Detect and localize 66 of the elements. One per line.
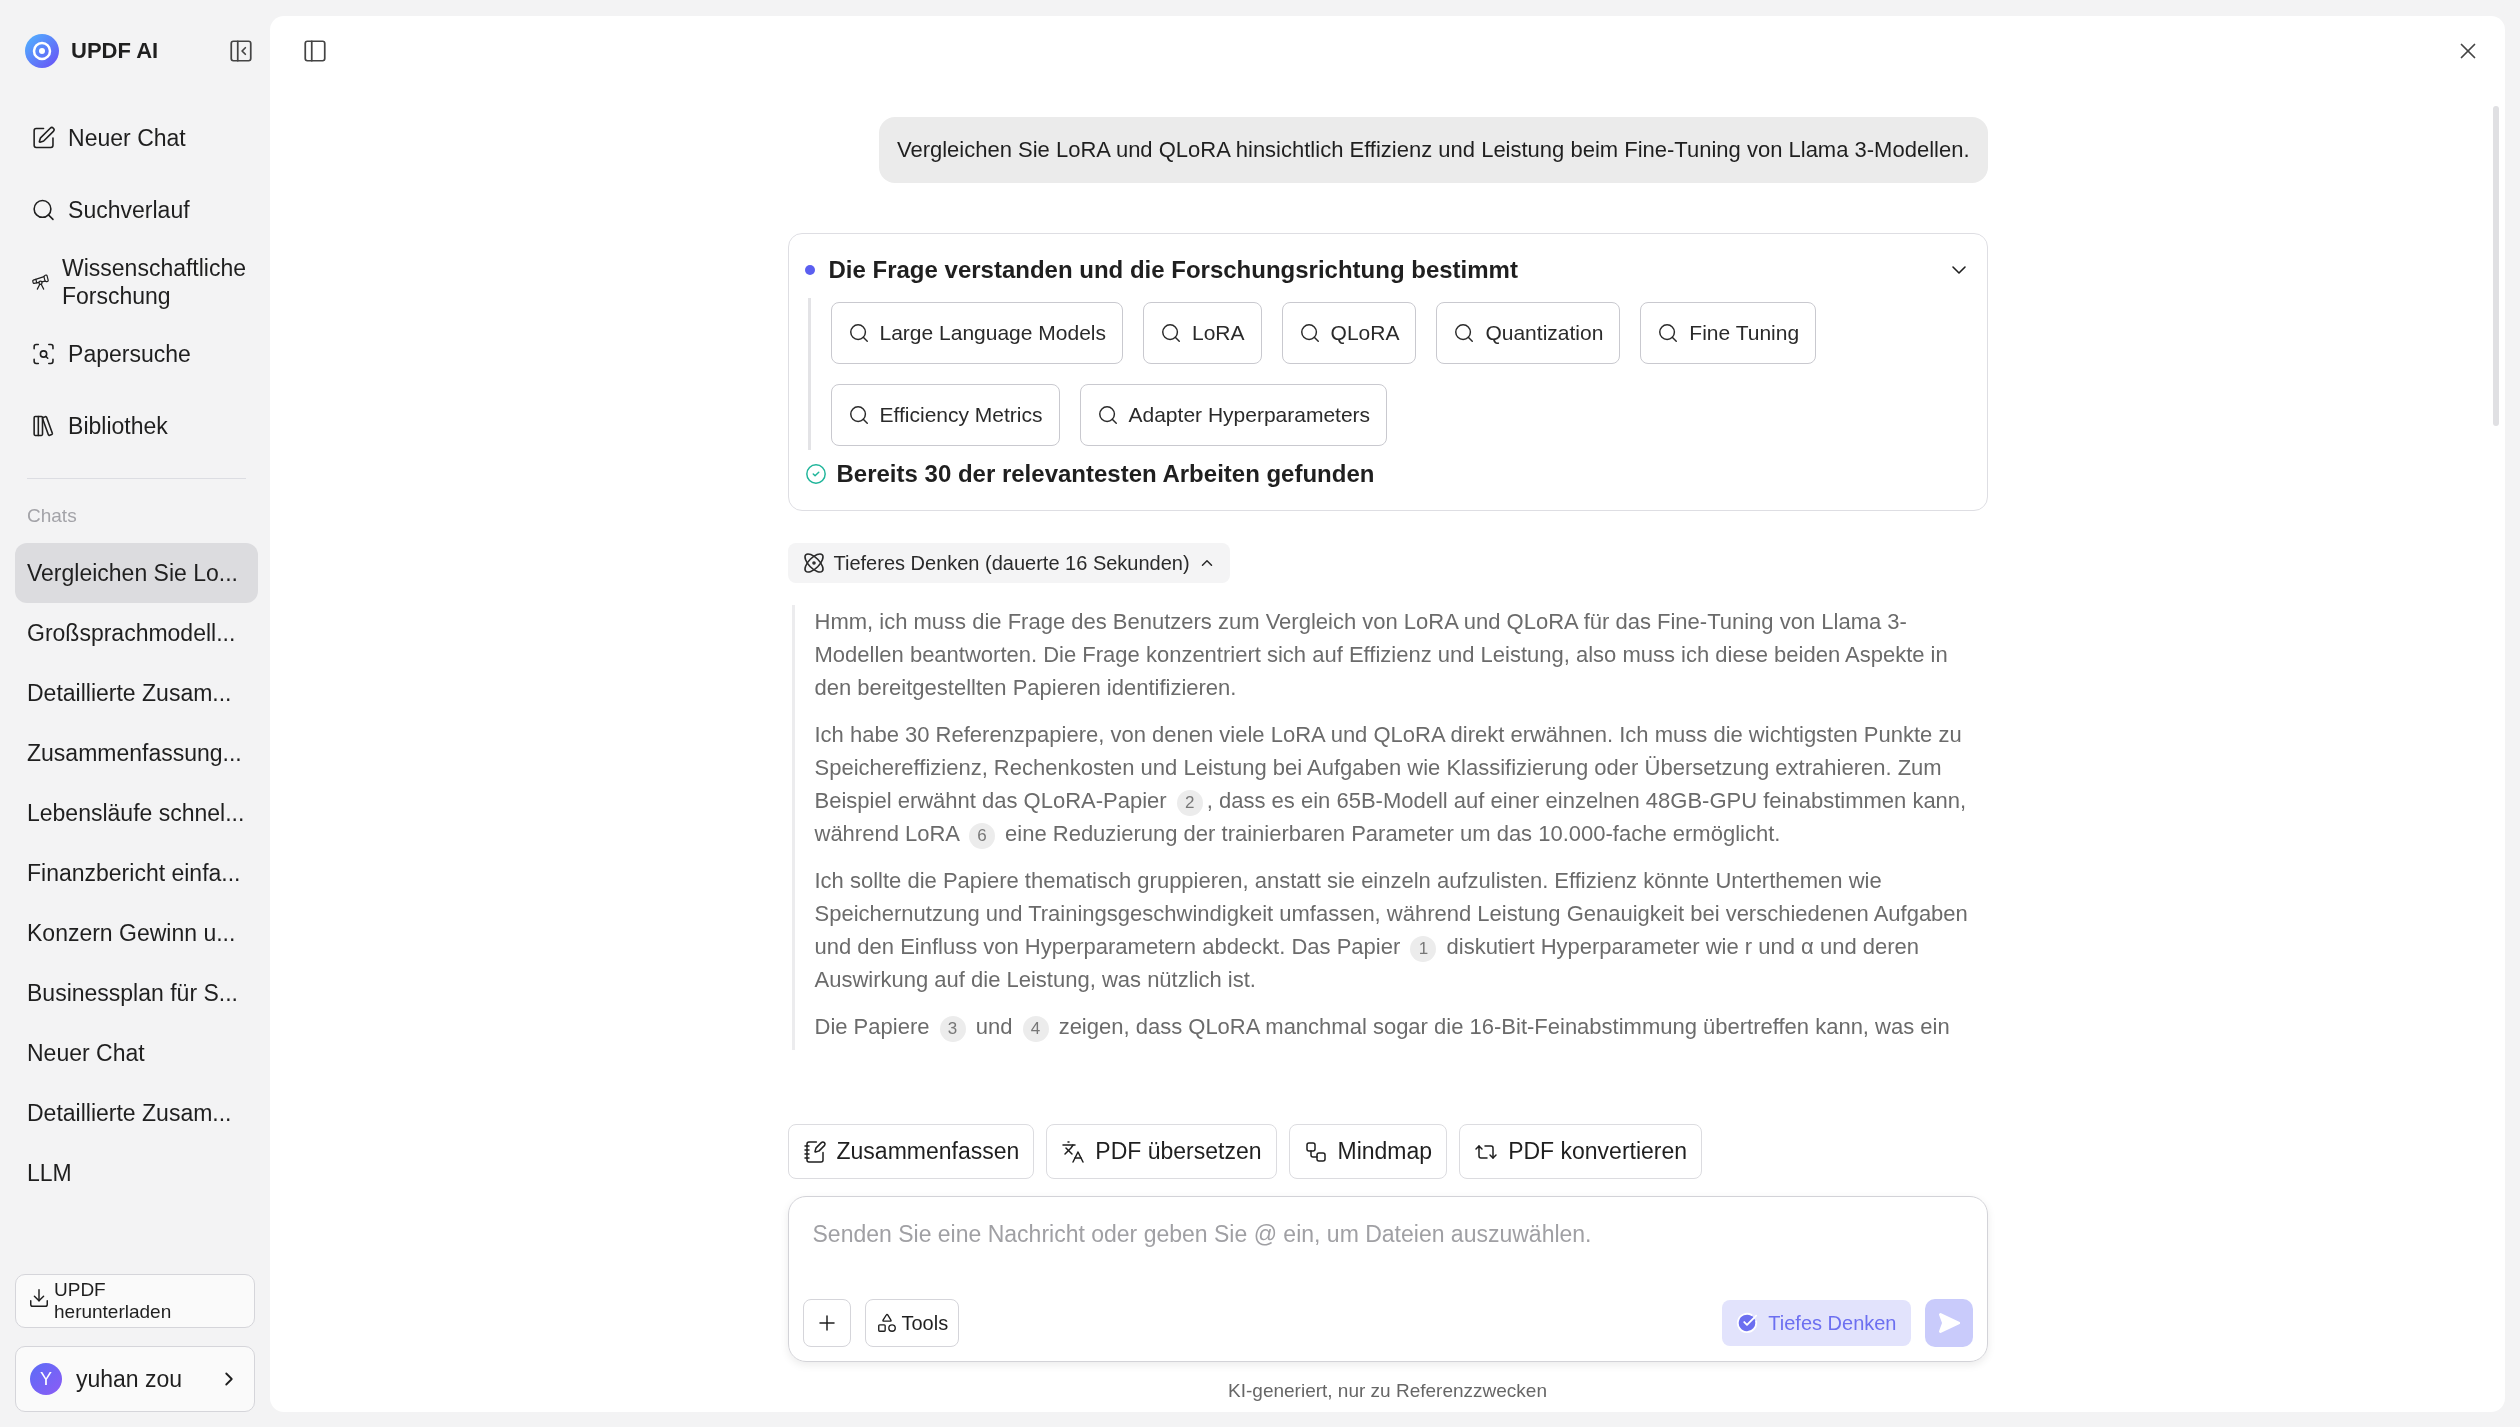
nav-item[interactable]: Bibliothek: [15, 390, 258, 462]
atom-icon: [801, 551, 826, 575]
nav-item[interactable]: Suchverlauf: [15, 174, 258, 246]
nav-item[interactable]: Wissenschaftliche Forschung: [15, 246, 258, 318]
search-icon: [1657, 322, 1680, 344]
search-icon: [1160, 322, 1182, 344]
logo-icon: [25, 34, 59, 68]
action-button[interactable]: PDF konvertieren: [1459, 1124, 1703, 1179]
chat-item[interactable]: Lebensläufe schnel...: [15, 783, 258, 843]
keyword-chip[interactable]: Adapter Hyperparameters: [1079, 384, 1388, 446]
keyword-chip[interactable]: LoRA: [1143, 302, 1262, 364]
chat-item[interactable]: Finanzbericht einfa...: [15, 843, 258, 903]
tools-button[interactable]: Tools: [864, 1299, 960, 1347]
chat-item[interactable]: Neuer Chat: [15, 1023, 258, 1083]
notebook-icon: [802, 1139, 827, 1164]
user-name: yuhan zou: [76, 1365, 184, 1393]
reasoning-paragraph: Ich habe 30 Referenzpapiere, von denen viele LoRA und QLoRA direkt erwähnen. Ich muss die wichtigsten Punkte zu Speichereffizienz, Rechenkosten und Leistung bei Aufgaben wie Klassifizierung oder Übersetzung extrahieren. Zum Beispiel erwähnt das QLoRA-Papier 2 , dass es ein 65B-Modell auf einer einzelnen 48GB-GPU feinabstimmen kann, während LoRA 6 eine Reduzierung der trainierbaren Parameter um das 10.000-fache ermöglicht.: [814, 718, 1988, 850]
nav-item[interactable]: Papersuche: [15, 318, 258, 390]
user-message: Vergleichen Sie LoRA und QLoRA hinsichtlich Effizienz und Leistung beim Fine-Tuning von Llama 3-Modellen.: [878, 117, 1988, 183]
download-icon: [28, 1287, 50, 1309]
shapes-icon: [875, 1312, 898, 1334]
section-heading: Chats: [26, 505, 78, 528]
chat-item[interactable]: LLM: [15, 1143, 258, 1203]
chat-item[interactable]: Businessplan für S...: [15, 963, 258, 1023]
keyword-chip[interactable]: Quantization: [1436, 302, 1621, 364]
message-composer[interactable]: Senden Sie eine Nachricht oder geben Sie @ ein, um Dateien auszuwählen. Tools Tiefes Denken: [787, 1196, 1988, 1362]
app-name: UPDF AI: [71, 38, 160, 64]
nav-item[interactable]: Neuer Chat: [15, 102, 258, 174]
search-icon: [1453, 322, 1476, 344]
search-icon: [847, 404, 870, 426]
user-button[interactable]: Y yuhan zou: [15, 1346, 255, 1412]
check-circle-icon: [804, 463, 827, 485]
document-search-icon: [31, 341, 57, 367]
action-button[interactable]: Mindmap: [1288, 1124, 1448, 1179]
disclaimer: KI-generiert, nur zu Referenzzwecken: [1227, 1380, 1548, 1402]
reasoning-paragraph: Ich sollte die Papiere thematisch gruppieren, anstatt sie einzeln aufzulisten. Effizienz könnte Unterthemen wie Speichernutzung und Trainingsgeschwindigkeit umfassen, während Leistung Genauigkeit bei verschiedenen Aufgaben und den Einfluss von Hyperparametern abdeckt. Das Papier 1 diskutiert Hyperparameter wie r und α und deren Auswirkung auf die Leistung, was nützlich ist.: [814, 867, 1969, 994]
translate-icon: [1061, 1139, 1086, 1164]
chat-item[interactable]: Großsprachmodell...: [15, 603, 258, 663]
avatar: Y: [30, 1363, 62, 1395]
search-icon: [1096, 404, 1119, 426]
search-icon: [31, 197, 57, 223]
status-dot: [804, 265, 815, 275]
keyword-chip[interactable]: Fine Tuning: [1640, 302, 1817, 364]
search-icon: [1298, 322, 1321, 344]
send-icon: [1936, 1311, 1961, 1335]
mindmap-icon: [1303, 1139, 1328, 1164]
chat-item[interactable]: Konzern Gewinn u...: [15, 903, 258, 963]
download-button[interactable]: UPDF herunterladen: [15, 1274, 255, 1328]
action-button[interactable]: PDF übersetzen: [1046, 1124, 1277, 1179]
chat-item[interactable]: Vergleichen Sie Lo...: [15, 543, 258, 603]
card-title: Die Frage verstanden und die Forschungsrichtung bestimmt: [828, 256, 1519, 284]
add-button[interactable]: [802, 1299, 851, 1347]
chat-item[interactable]: Detaillierte Zusam...: [15, 1083, 258, 1143]
reasoning-paragraph: Die Papiere 3 und 4 zeigen, dass QLoRA manchmal sogar die 16-Bit-Feinabstimmung übertreffen kann, was ein: [814, 1010, 1988, 1043]
thinking-toggle[interactable]: Tieferes Denken (dauerte 16 Sekunden): [787, 543, 1230, 583]
chat-item[interactable]: Detaillierte Zusam...: [15, 663, 258, 723]
result-text: Bereits 30 der relevantesten Arbeiten gefunden: [836, 460, 1375, 488]
keyword-chip[interactable]: QLoRA: [1281, 302, 1417, 364]
action-button[interactable]: Zusammenfassen: [787, 1124, 1035, 1179]
search-icon: [847, 322, 870, 344]
reasoning-paragraph: Hmm, ich muss die Frage des Benutzers zum Vergleich von LoRA und QLoRA für das Fine-Tuning von Llama 3-Modellen beantworten. Die Frage konzentriert sich auf Effizienz und Leistung, also muss ich diese beiden Aspekte in den bereitgestellten Papieren identifizieren.: [814, 608, 1949, 702]
scrollbar[interactable]: [2493, 106, 2499, 426]
keyword-chip[interactable]: Efficiency Metrics: [830, 384, 1060, 446]
keyword-chip[interactable]: Large Language Models: [830, 302, 1123, 364]
chat-item[interactable]: Zusammenfassung...: [15, 723, 258, 783]
pen-square-icon: [31, 125, 57, 151]
